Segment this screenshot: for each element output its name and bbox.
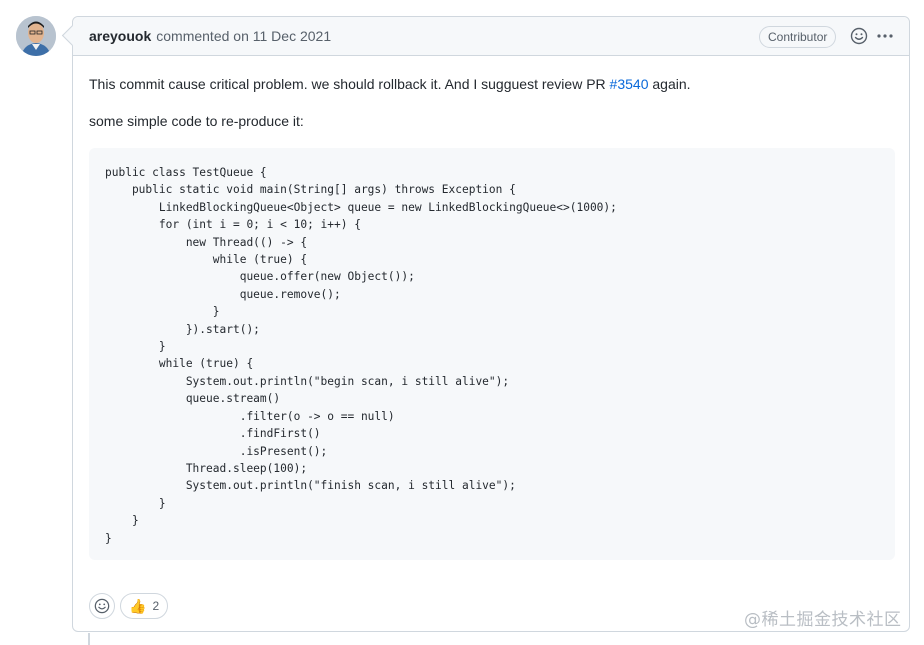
avatar[interactable] [16,16,56,56]
kebab-horizontal-icon[interactable] [876,27,894,45]
comment-box: areyouok commented on 11 Dec 2021 Contri… [72,16,910,632]
reactions-bar: 👍 2 [89,593,169,619]
paragraph-1-suffix: again. [648,76,691,92]
comment-paragraph-2: some simple code to re-produce it: [89,113,304,129]
thumbs-up-count: 2 [152,599,160,613]
smiley-icon [94,598,110,614]
avatar-photo [16,16,56,56]
comment-meta[interactable]: commented on 11 Dec 2021 [156,28,331,44]
pr-link[interactable]: #3540 [610,76,649,92]
thumbs-up-icon: 👍 [129,597,147,614]
comment-author[interactable]: areyouok [89,28,151,44]
timeline-connector [88,633,90,645]
comment-header: areyouok commented on 11 Dec 2021 Contri… [73,17,909,56]
thumbs-up-reaction-button[interactable]: 👍 2 [120,593,169,619]
comment-paragraph-1: This commit cause critical problem. we s… [89,76,691,92]
contributor-badge: Contributor [759,26,837,48]
watermark: @稀土掘金技术社区 [744,610,902,630]
code-content: public class TestQueue { public static v… [105,166,617,545]
paragraph-1-text: This commit cause critical problem. we s… [89,76,610,92]
code-block: public class TestQueue { public static v… [89,148,895,560]
smiley-icon[interactable] [850,27,868,45]
add-reaction-button[interactable] [89,593,115,619]
